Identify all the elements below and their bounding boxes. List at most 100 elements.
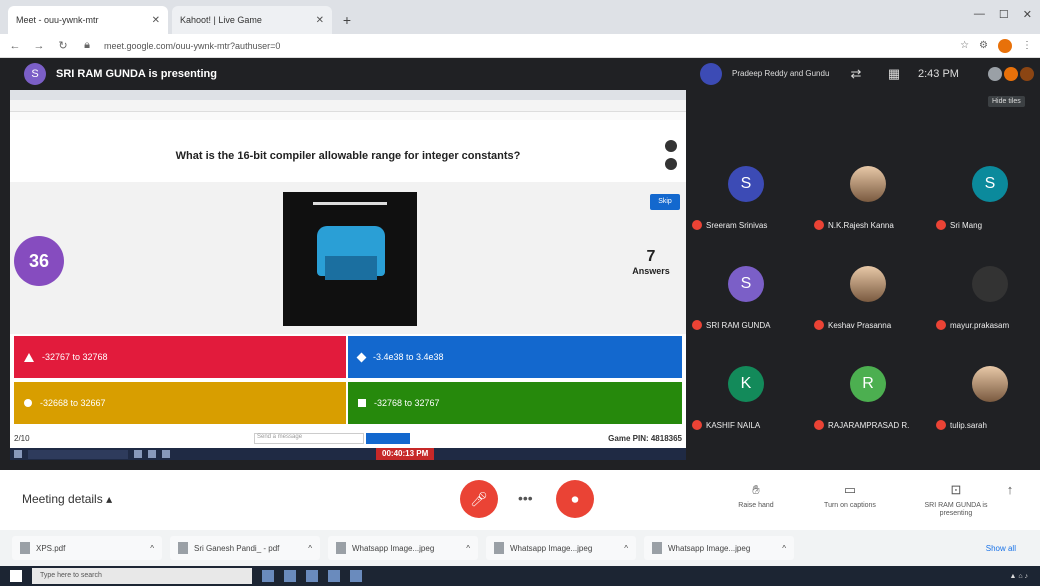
more-options-icon[interactable]: ••• [518, 490, 533, 506]
meeting-details-button[interactable]: Meeting details ▴ [22, 492, 112, 506]
participant-name: N.K.Rajesh Kanna [828, 220, 894, 230]
grid-icon[interactable]: ▦ [880, 66, 908, 82]
forward-icon[interactable]: → [32, 40, 46, 52]
chevron-up-icon: ▴ [106, 492, 113, 506]
answer-yellow[interactable]: -32668 to 32667 [14, 382, 346, 424]
shared-app-icon [134, 450, 142, 458]
participant-name-row: mayur.prakasam [936, 320, 1040, 330]
download-name: Sri Ganesh Pandi_ - pdf [194, 543, 280, 553]
participant-avatar: S [728, 166, 764, 202]
download-item[interactable]: Whatsapp Image...jpeg ^ [328, 536, 478, 560]
os-search-box[interactable]: Type here to search [32, 568, 252, 584]
participant-tile[interactable]: R RAJARAMPRASAD R. [808, 348, 928, 444]
triangle-icon [24, 352, 34, 362]
close-tab-icon[interactable]: ✕ [152, 15, 160, 26]
participant-name-row: Sri Mang [936, 220, 1040, 230]
participant-tile[interactable]: Keshav Prasanna [808, 248, 928, 344]
edge-icon[interactable] [306, 570, 318, 582]
show-all-downloads-link[interactable]: Show all [986, 544, 1016, 553]
download-item[interactable]: XPS.pdf ^ [12, 536, 162, 560]
meet-top-right: Pradeep Reddy and Gundu ⇄ ▦ 2:43 PM [700, 58, 1040, 90]
file-explorer-icon[interactable] [284, 570, 296, 582]
download-item[interactable]: Sri Ganesh Pandi_ - pdf ^ [170, 536, 320, 560]
active-speaker-name: Pradeep Reddy and Gundu [732, 69, 830, 79]
skip-button[interactable]: Skip [650, 194, 680, 210]
store-icon[interactable] [350, 570, 362, 582]
extensions-icon[interactable]: ⚙ [979, 40, 988, 51]
windows-start-icon[interactable] [10, 570, 22, 582]
raise-hand-button[interactable]: ✋︎ Raise hand [716, 482, 796, 510]
participant-avatars[interactable] [988, 67, 1034, 81]
chevron-up-icon[interactable]: ^ [466, 544, 470, 553]
presenting-banner: S SRI RAM GUNDA is presenting [10, 58, 686, 90]
chevron-up-icon[interactable]: ^ [150, 544, 154, 553]
send-message-button[interactable] [366, 432, 410, 444]
participant-avatar [850, 166, 886, 202]
hide-tiles-button[interactable]: Hide tiles [988, 96, 1025, 107]
presenting-button[interactable]: ⊡ SRI RAM GUNDA is presenting [916, 482, 996, 519]
participant-name-row: Sreeram Srinivas [692, 220, 806, 230]
chevron-up-icon[interactable]: ^ [308, 544, 312, 553]
shared-bookmarks-bar [10, 112, 686, 120]
participant-name: mayur.prakasam [950, 320, 1010, 330]
lock-icon: 🔒︎ [84, 39, 90, 51]
participant-tile[interactable]: mayur.prakasam [930, 248, 1040, 344]
active-speaker-avatar [700, 63, 722, 85]
mic-muted-icon [936, 220, 946, 230]
participant-tile[interactable]: tulip.sarah [930, 348, 1040, 444]
presenter-avatar: S [24, 63, 46, 85]
shared-start-icon [14, 450, 22, 458]
ctf-logo-base [325, 256, 377, 280]
close-window-icon[interactable]: ✕ [1023, 8, 1032, 21]
answer-green[interactable]: -32768 to 32767 [348, 382, 682, 424]
mic-muted-icon [692, 220, 702, 230]
message-input[interactable]: Send a message [254, 432, 364, 444]
browser-tab-meet[interactable]: Meet - ouu-ywnk-mtr ✕ [8, 6, 168, 34]
maximize-icon[interactable]: ☐ [999, 8, 1009, 21]
participant-tile[interactable]: S Sreeram Srinivas [686, 148, 806, 244]
download-item[interactable]: Whatsapp Image...jpeg ^ [644, 536, 794, 560]
answer-text: -3.4e38 to 3.4e38 [373, 352, 444, 362]
participant-tile[interactable]: S SRI RAM GUNDA [686, 248, 806, 344]
camera-off-button[interactable]: ⏺ [556, 480, 594, 518]
minimize-icon[interactable]: — [974, 8, 985, 21]
star-icon[interactable]: ☆ [960, 40, 969, 51]
mic-off-button[interactable]: 🎤︎ [460, 480, 498, 518]
chevron-up-icon[interactable]: ^ [782, 544, 786, 553]
participant-tile[interactable]: S Sri Mang [930, 148, 1040, 244]
menu-icon[interactable]: ⋮ [1022, 40, 1032, 51]
layout-icon[interactable]: ⇄ [842, 66, 870, 82]
chevron-up-icon[interactable]: ^ [624, 544, 628, 553]
browser-tab-kahoot[interactable]: Kahoot! | Live Game ✕ [172, 6, 332, 34]
mic-muted-icon [692, 320, 702, 330]
answer-blue[interactable]: -3.4e38 to 3.4e38 [348, 336, 682, 378]
share-up-icon[interactable]: ↑ [990, 482, 1030, 497]
presenting-text: SRI RAM GUNDA is presenting [56, 68, 217, 80]
meet-control-bar: Meeting details ▴ 🎤︎ ••• ⏺ ✋︎ Raise hand… [0, 470, 1040, 530]
participant-avatar: S [972, 166, 1008, 202]
reload-icon[interactable]: ↻ [56, 39, 70, 52]
captions-button[interactable]: ▭ Turn on captions [810, 482, 890, 510]
participant-tile[interactable]: K KASHIF NAILA [686, 348, 806, 444]
back-icon[interactable]: ← [8, 40, 22, 52]
participant-name: Sri Mang [950, 220, 983, 230]
hand-icon: ✋︎ [752, 482, 760, 497]
profile-avatar[interactable] [998, 38, 1012, 53]
participant-avatar [972, 366, 1008, 402]
new-tab-button[interactable]: + [336, 6, 358, 34]
answer-red[interactable]: -32767 to 32768 [14, 336, 346, 378]
meeting-clock: 2:43 PM [918, 68, 959, 80]
answer-text: -32768 to 32767 [374, 398, 440, 408]
os-taskbar: Type here to search ▲ ⌂ ♪ [0, 566, 1040, 586]
taskview-icon[interactable] [262, 570, 274, 582]
url-field[interactable]: meet.google.com/ouu-ywnk-mtr?authuser=0 [104, 41, 950, 51]
participant-avatar: R [850, 366, 886, 402]
download-item[interactable]: Whatsapp Image...jpeg ^ [486, 536, 636, 560]
participant-name-row: tulip.sarah [936, 420, 1040, 430]
image-title-line [313, 202, 387, 205]
close-tab-icon[interactable]: ✕ [316, 15, 324, 26]
chrome-icon[interactable] [328, 570, 340, 582]
participant-name-row: Keshav Prasanna [814, 320, 928, 330]
participant-tile[interactable]: N.K.Rajesh Kanna [808, 148, 928, 244]
participant-avatar [850, 266, 886, 302]
